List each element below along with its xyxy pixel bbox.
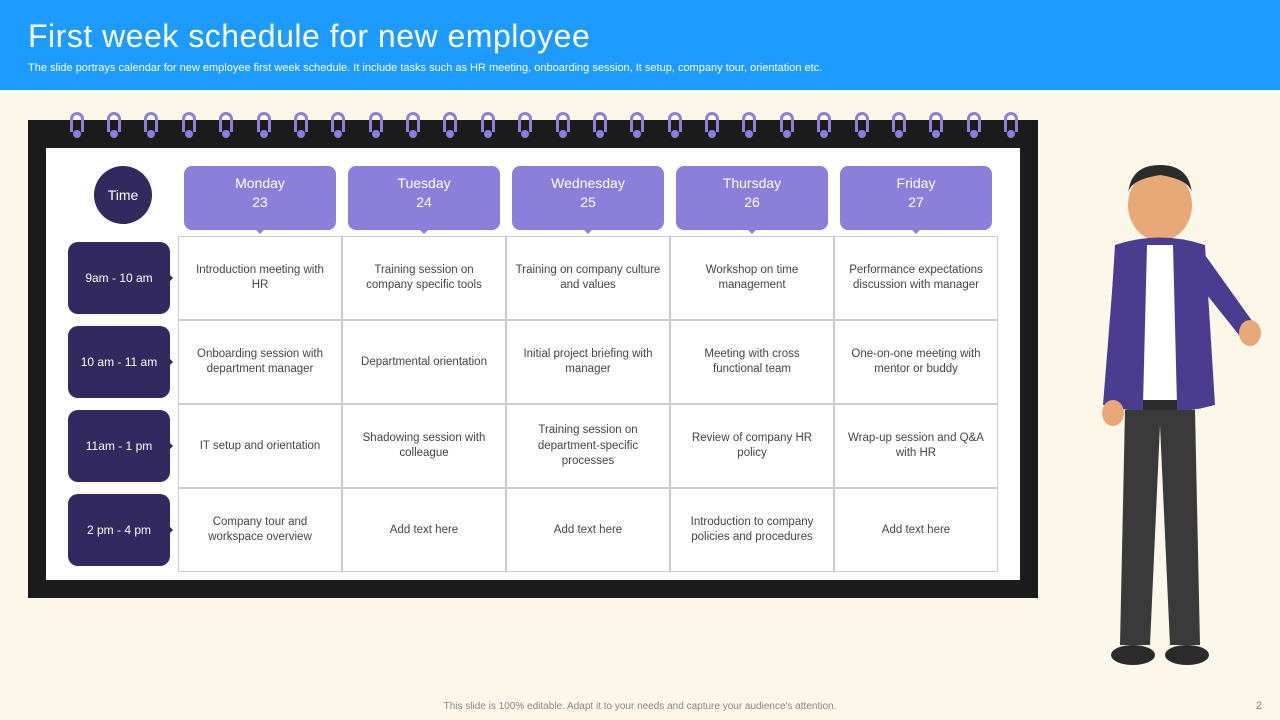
time-slot: 9am - 10 am [68, 242, 170, 314]
schedule-cell: Add text here [834, 488, 998, 572]
schedule-cell: Add text here [342, 488, 506, 572]
slide-title: First week schedule for new employee [28, 18, 1252, 55]
schedule-cell: Training session on department-specific … [506, 404, 670, 488]
time-slot: 10 am - 11 am [68, 326, 170, 398]
footer-note: This slide is 100% editable. Adapt it to… [0, 701, 1280, 712]
day-header: Thursday26 [676, 166, 828, 230]
schedule-cell: Initial project briefing with manager [506, 320, 670, 404]
slide-subtitle: The slide portrays calendar for new empl… [28, 61, 1252, 76]
schedule-cell: Company tour and workspace overview [178, 488, 342, 572]
day-header: Tuesday24 [348, 166, 500, 230]
schedule-cell: Onboarding session with department manag… [178, 320, 342, 404]
schedule-cell: Introduction to company policies and pro… [670, 488, 834, 572]
schedule-cell: Introduction meeting with HR [178, 236, 342, 320]
schedule-cell: IT setup and orientation [178, 404, 342, 488]
schedule-cell: Workshop on time management [670, 236, 834, 320]
binder-rings-icon [58, 112, 1030, 132]
calendar-sheet: Time Monday23Tuesday24Wednesday25Thursday… [46, 148, 1020, 580]
schedule-cell: Training session on company specific too… [342, 236, 506, 320]
schedule-cell: Departmental orientation [342, 320, 506, 404]
schedule-cell: Meeting with cross functional team [670, 320, 834, 404]
time-slot: 2 pm - 4 pm [68, 494, 170, 566]
day-header: Friday27 [840, 166, 992, 230]
time-header: Time [94, 166, 152, 224]
schedule-cell: Review of company HR policy [670, 404, 834, 488]
schedule-cell: Shadowing session with colleague [342, 404, 506, 488]
schedule-cell: Wrap-up session and Q&A with HR [834, 404, 998, 488]
day-header: Wednesday25 [512, 166, 664, 230]
schedule-cell: Performance expectations discussion with… [834, 236, 998, 320]
schedule-cell: Add text here [506, 488, 670, 572]
time-slot: 11am - 1 pm [68, 410, 170, 482]
schedule-cell: Training on company culture and values [506, 236, 670, 320]
person-illustration [1055, 145, 1265, 675]
schedule-grid: Time Monday23Tuesday24Wednesday25Thursday… [68, 166, 998, 572]
schedule-cell: One-on-one meeting with mentor or buddy [834, 320, 998, 404]
calendar-frame: Time Monday23Tuesday24Wednesday25Thursday… [28, 120, 1038, 598]
slide-header: First week schedule for new employee The… [0, 0, 1280, 90]
page-number: 2 [1256, 700, 1262, 712]
day-header: Monday23 [184, 166, 336, 230]
